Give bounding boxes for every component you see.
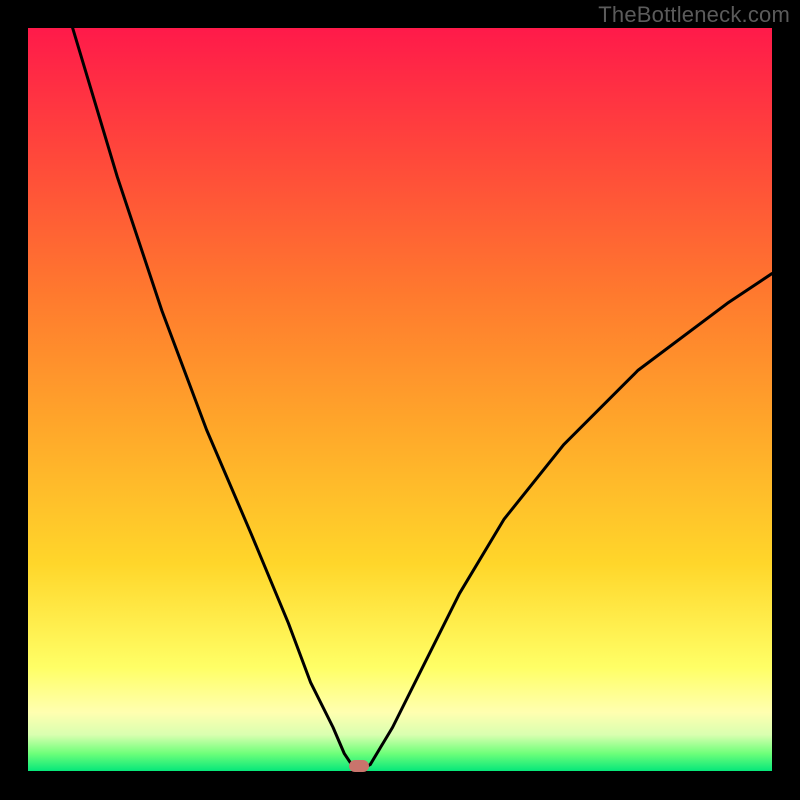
plot-area	[28, 28, 772, 772]
chart-frame: TheBottleneck.com	[0, 0, 800, 800]
bottleneck-curve	[28, 28, 772, 772]
watermark-text: TheBottleneck.com	[598, 2, 790, 28]
optimal-point-marker	[349, 760, 369, 772]
